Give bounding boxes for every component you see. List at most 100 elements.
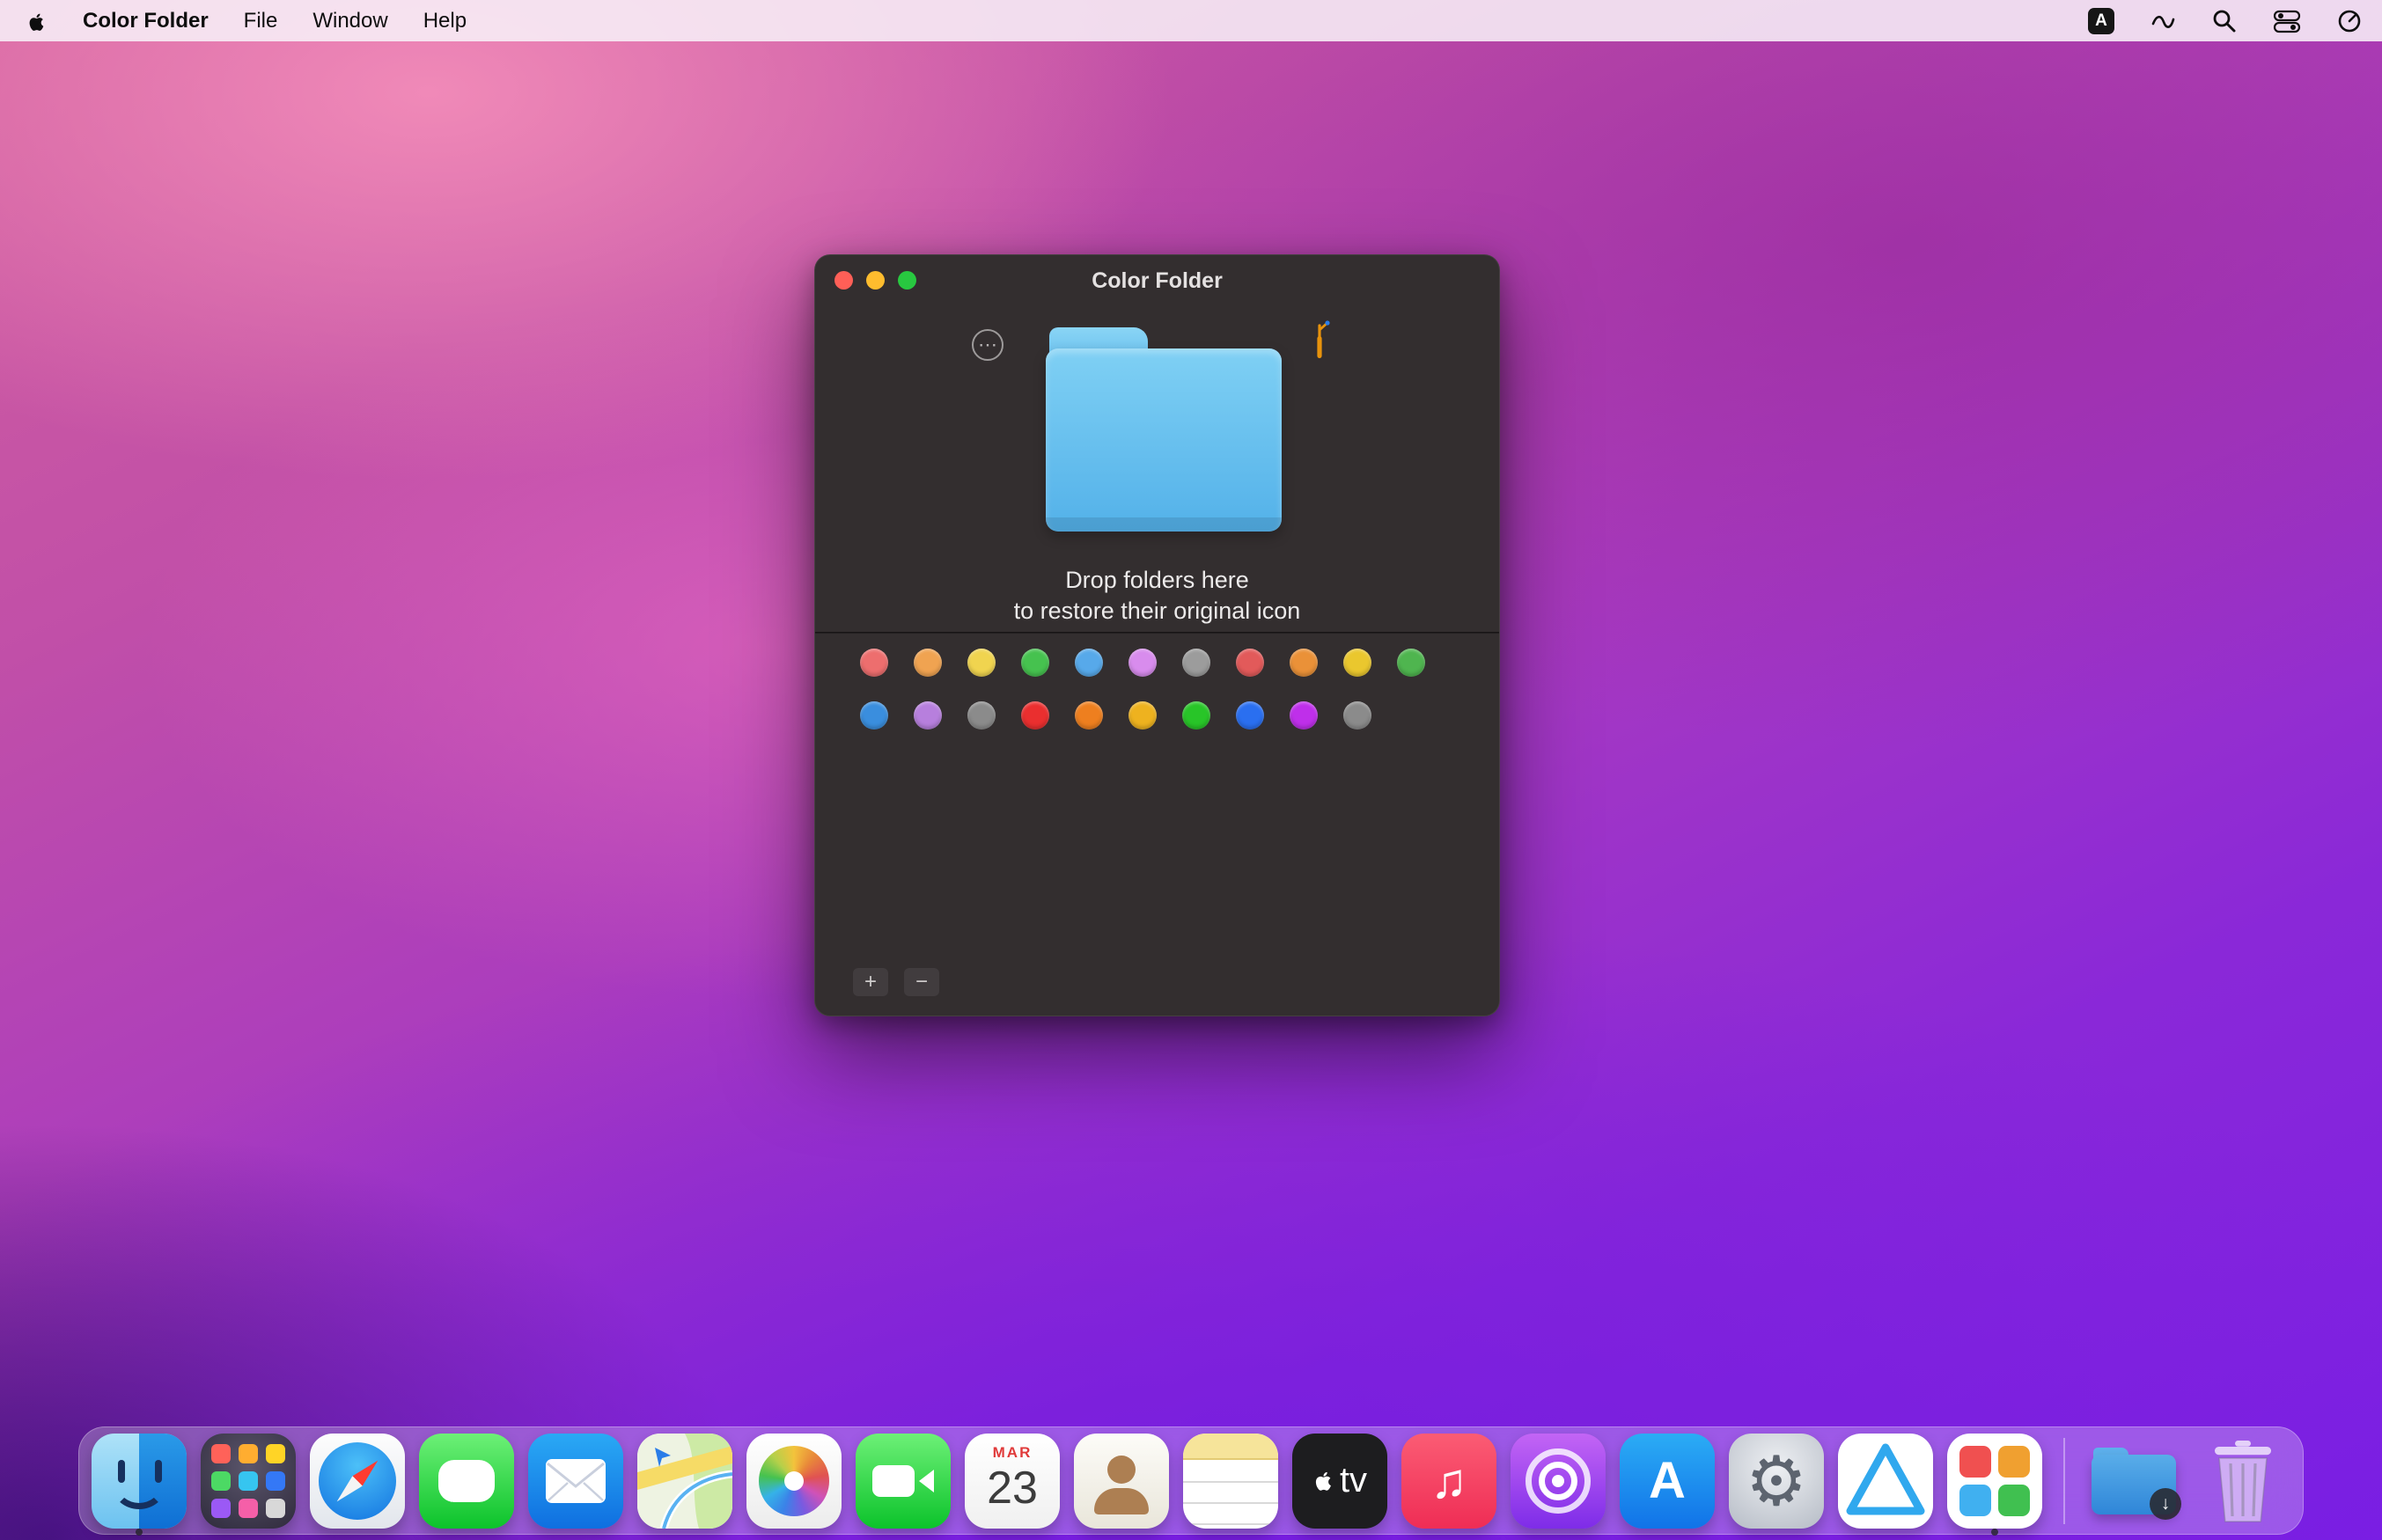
launchpad-icon xyxy=(201,1433,296,1529)
color-swatch[interactable] xyxy=(1236,701,1264,730)
contacts-icon xyxy=(1074,1433,1169,1529)
add-color-button[interactable]: + xyxy=(853,968,888,996)
calendar-month: MAR xyxy=(992,1443,1033,1461)
mail-icon xyxy=(528,1433,623,1529)
window-title: Color Folder xyxy=(1092,268,1223,293)
menu-bar-right: A xyxy=(2088,7,2363,34)
safari-icon xyxy=(310,1433,405,1529)
wave-icon[interactable] xyxy=(2150,8,2176,34)
dock-item-mail[interactable] xyxy=(528,1430,623,1532)
dock-item-safari[interactable] xyxy=(310,1430,405,1532)
color-swatch[interactable] xyxy=(1129,649,1157,677)
palette-row-1 xyxy=(860,649,1425,677)
music-icon: ♫ xyxy=(1401,1433,1496,1529)
dock-item-facetime[interactable] xyxy=(856,1430,951,1532)
control-center-icon[interactable] xyxy=(2273,8,2301,34)
triangle-app-icon xyxy=(1838,1433,1933,1529)
spotlight-search-icon[interactable] xyxy=(2211,8,2238,34)
menu-bar: Color Folder File Window Help A xyxy=(0,0,2382,41)
apple-logo-icon xyxy=(26,10,48,34)
dock-item-notes[interactable] xyxy=(1183,1430,1278,1532)
menu-bar-left: Color Folder File Window Help xyxy=(26,8,467,34)
options-button[interactable]: ⋯ xyxy=(972,329,1004,361)
color-swatch[interactable] xyxy=(914,649,942,677)
color-swatch[interactable] xyxy=(1021,701,1049,730)
dock-divider xyxy=(2063,1437,2065,1524)
restore-tool-icon[interactable] xyxy=(1305,320,1334,365)
menu-help[interactable]: Help xyxy=(423,9,467,33)
color-swatch[interactable] xyxy=(967,649,996,677)
dock-item-podcasts[interactable] xyxy=(1511,1430,1606,1532)
colors-app-icon xyxy=(1947,1433,2042,1529)
photos-icon xyxy=(746,1433,842,1529)
color-swatch[interactable] xyxy=(1182,649,1210,677)
calendar-icon: MAR 23 xyxy=(965,1433,1060,1529)
dock-item-maps[interactable] xyxy=(637,1430,732,1532)
color-swatch[interactable] xyxy=(860,701,888,730)
appletv-icon: tv xyxy=(1292,1433,1387,1529)
window-footer: + − xyxy=(853,968,939,996)
menu-window[interactable]: Window xyxy=(312,9,387,33)
color-swatch[interactable] xyxy=(1236,649,1264,677)
download-arrow-icon: ↓ xyxy=(2150,1487,2181,1520)
appstore-glyph: A xyxy=(1649,1452,1686,1509)
status-circle-icon[interactable] xyxy=(2336,8,2363,34)
color-swatch[interactable] xyxy=(1343,701,1371,730)
color-swatch[interactable] xyxy=(860,649,888,677)
color-swatch[interactable] xyxy=(1343,649,1371,677)
color-folder-window: Color Folder ⋯ Drop folders here to rest… xyxy=(814,254,1500,1016)
running-indicator xyxy=(136,1528,143,1536)
color-swatch[interactable] xyxy=(967,701,996,730)
keyboard-input-badge[interactable]: A xyxy=(2088,7,2114,34)
dock-item-system-preferences[interactable]: ⚙ xyxy=(1729,1430,1824,1532)
drop-line-2: to restore their original icon xyxy=(1013,598,1301,624)
color-swatch[interactable] xyxy=(1075,649,1103,677)
color-swatch[interactable] xyxy=(1182,701,1210,730)
running-indicator xyxy=(1991,1528,1998,1536)
color-swatch[interactable] xyxy=(1129,701,1157,730)
facetime-icon xyxy=(856,1433,951,1529)
drop-instructions: Drop folders here to restore their origi… xyxy=(815,565,1499,627)
menu-file[interactable]: File xyxy=(244,9,278,33)
dock-item-contacts[interactable] xyxy=(1074,1430,1169,1532)
finder-icon xyxy=(92,1433,187,1529)
color-swatch[interactable] xyxy=(1075,701,1103,730)
dock-item-photos[interactable] xyxy=(746,1430,842,1532)
dock-item-music[interactable]: ♫ xyxy=(1401,1430,1496,1532)
appstore-icon: A xyxy=(1620,1433,1715,1529)
dock-item-calendar[interactable]: MAR 23 xyxy=(965,1430,1060,1532)
window-divider xyxy=(815,632,1499,634)
drop-line-1: Drop folders here xyxy=(1065,567,1249,593)
dock-item-downloads[interactable]: ↓ xyxy=(2086,1430,2181,1532)
dock-item-finder[interactable] xyxy=(92,1430,187,1536)
apple-menu[interactable] xyxy=(26,8,48,34)
color-swatch[interactable] xyxy=(1290,701,1318,730)
dock-item-launchpad[interactable] xyxy=(201,1430,296,1532)
dock-item-colors-app[interactable] xyxy=(1947,1430,2042,1536)
dock-item-triangle-app[interactable] xyxy=(1838,1430,1933,1532)
messages-icon xyxy=(419,1433,514,1529)
folder-drop-target[interactable] xyxy=(1046,327,1282,532)
color-swatch[interactable] xyxy=(1021,649,1049,677)
gear-icon: ⚙ xyxy=(1746,1441,1807,1520)
palette-row-2 xyxy=(860,701,1425,730)
appletv-label: tv xyxy=(1339,1461,1368,1500)
calendar-day: 23 xyxy=(987,1462,1038,1514)
color-swatch[interactable] xyxy=(1290,649,1318,677)
downloads-folder-icon: ↓ xyxy=(2086,1434,2181,1529)
menu-app-name[interactable]: Color Folder xyxy=(83,9,209,33)
color-swatch[interactable] xyxy=(914,701,942,730)
dock-item-trash[interactable] xyxy=(2195,1430,2290,1532)
dock: MAR 23 tv ♫ A ⚙ ↓ xyxy=(78,1426,2304,1536)
dock-item-appstore[interactable]: A xyxy=(1620,1430,1715,1532)
color-palette xyxy=(860,649,1425,730)
title-bar[interactable]: Color Folder xyxy=(815,255,1499,304)
dock-item-messages[interactable] xyxy=(419,1430,514,1532)
color-swatch[interactable] xyxy=(1397,649,1425,677)
remove-color-button[interactable]: − xyxy=(904,968,939,996)
dock-item-appletv[interactable]: tv xyxy=(1292,1430,1387,1532)
ellipsis-icon: ⋯ xyxy=(978,334,997,356)
maps-icon xyxy=(637,1433,732,1529)
podcasts-icon xyxy=(1511,1433,1606,1529)
music-note-glyph: ♫ xyxy=(1430,1453,1467,1508)
